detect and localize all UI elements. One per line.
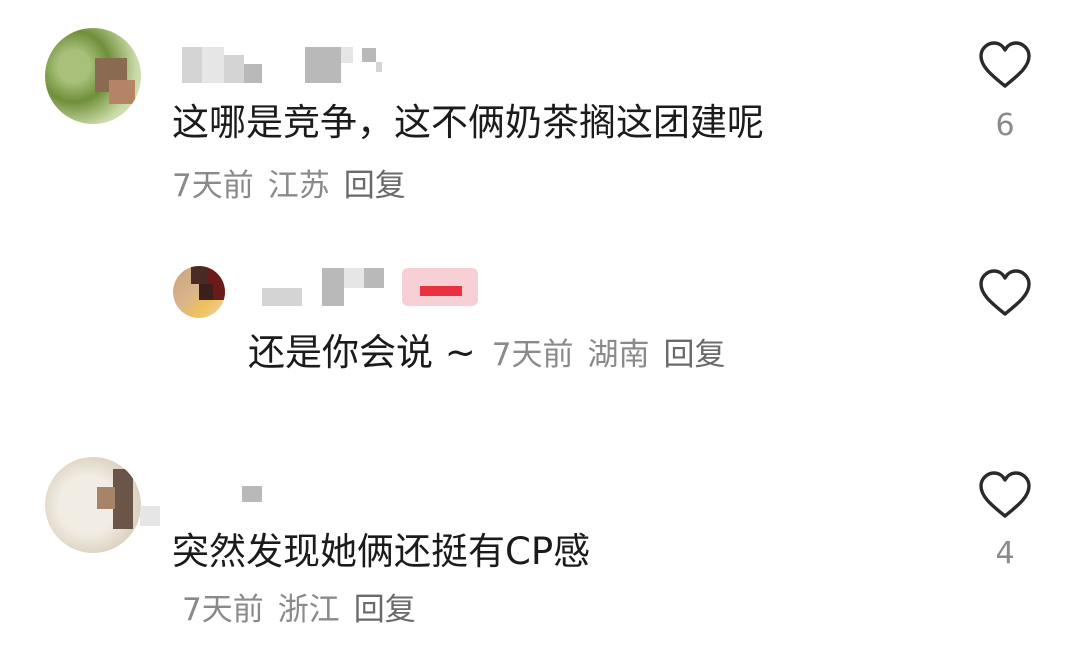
reply-button[interactable]: 回复: [344, 168, 406, 204]
reply-button[interactable]: 回复: [664, 337, 726, 373]
comment-location: 浙江: [277, 592, 340, 628]
avatar[interactable]: [45, 28, 141, 124]
reply-button[interactable]: 回复: [354, 592, 416, 628]
heart-outline-icon[interactable]: [978, 268, 1032, 318]
comment-time: 7天前: [491, 337, 574, 373]
comment-text: 还是你会说 ~ 7天前 湖南 回复: [248, 331, 740, 377]
comment-location: 湖南: [587, 337, 650, 373]
heart-outline-icon[interactable]: [978, 40, 1032, 90]
comment-location: 江苏: [267, 168, 330, 204]
avatar[interactable]: [173, 266, 225, 318]
heart-outline-icon[interactable]: [978, 470, 1032, 520]
reply-text: 还是你会说 ~: [248, 331, 476, 374]
comment-time: 7天前: [172, 168, 254, 204]
like-count: 4: [995, 536, 1015, 571]
comment-meta: 7天前 湖南 回复: [492, 337, 740, 373]
avatar[interactable]: [45, 457, 141, 553]
comment-text: 这哪是竞争，这不俩奶茶搁这团建呢: [172, 101, 764, 144]
comment-time: 7天前: [182, 592, 264, 628]
comment-meta: 7天前 江苏 回复: [172, 168, 420, 204]
comment-text: 突然发现她俩还挺有CP感: [172, 530, 591, 573]
comment-meta: 7天前 浙江 回复: [182, 592, 430, 628]
like-count: 6: [995, 108, 1015, 143]
